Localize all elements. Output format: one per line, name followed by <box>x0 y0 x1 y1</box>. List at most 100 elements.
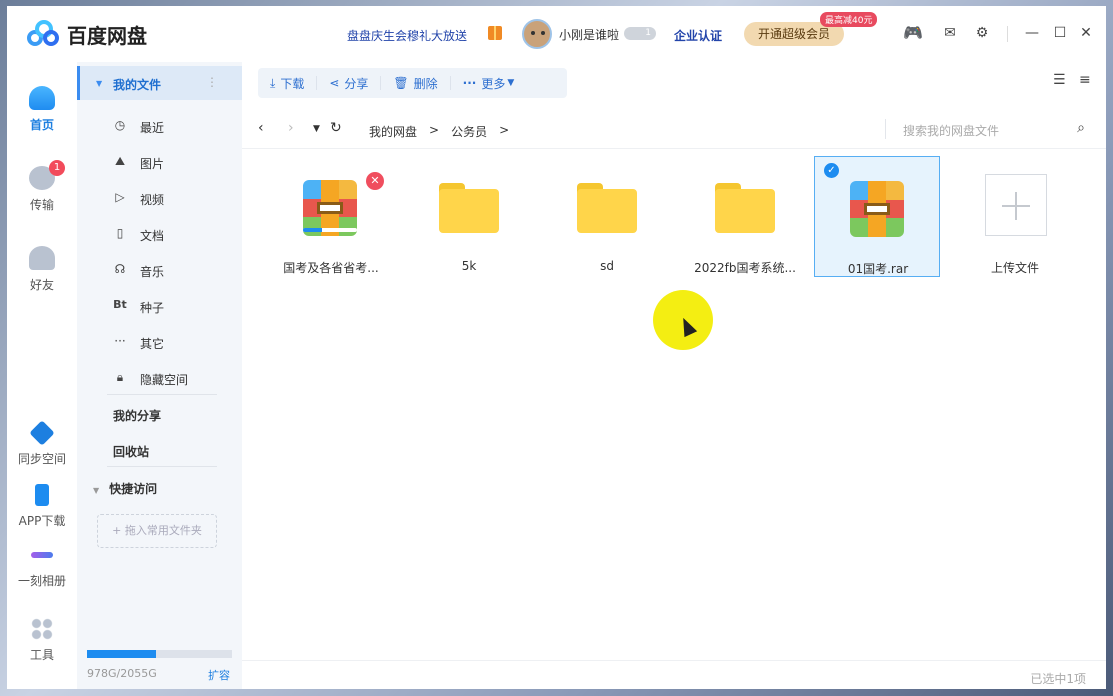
folder-icon <box>715 183 775 233</box>
folder-item[interactable]: sd <box>544 156 670 277</box>
promo-link[interactable]: 盘盘庆生会穆礼大放送 <box>347 27 467 44</box>
main-panel: ⤓ 下载 ⋖ 分享 🗑︎ 删除 ··· 更多 ▼ ☰ ≡ ‹ › ▼ ↻ 我的网… <box>242 62 1106 689</box>
phone-icon <box>35 484 49 506</box>
nav-label: 图片 <box>140 157 165 171</box>
file-item[interactable]: ✕ 国考及各省省考... <box>268 156 394 277</box>
rail-transfer[interactable]: 1 传输 <box>7 160 77 213</box>
minimize-icon[interactable]: — <box>1023 24 1041 42</box>
headphones-icon: ☊ <box>114 262 126 276</box>
rail-label: 一刻相册 <box>17 574 66 588</box>
rail-label: 首页 <box>29 118 54 132</box>
more-dots-icon: ··· <box>462 76 477 90</box>
rail-album[interactable]: 一刻相册 <box>7 544 77 589</box>
nav-other[interactable]: ··· 其它 <box>113 332 233 352</box>
quota-bar <box>87 650 232 658</box>
mail-icon[interactable]: ✉ <box>941 24 959 42</box>
back-icon[interactable]: ‹ <box>258 120 264 136</box>
nav-documents[interactable]: ▯ 文档 <box>113 224 233 244</box>
crumb-my-disk[interactable]: 我的网盘 <box>369 123 417 140</box>
cloud-icon <box>29 86 55 110</box>
nav-videos[interactable]: ▷ 视频 <box>113 188 233 208</box>
nav-label: 视频 <box>140 193 165 207</box>
delete-label: 删除 <box>413 76 438 91</box>
refresh-icon[interactable]: ↻ <box>330 120 342 136</box>
folder-item[interactable]: 5k <box>406 156 532 277</box>
divider <box>107 394 217 395</box>
nav-recycle-bin[interactable]: 回收站 <box>113 443 149 460</box>
crumb-civil-servant[interactable]: 公务员 <box>451 123 487 140</box>
avatar[interactable] <box>522 19 552 49</box>
image-icon: ⛰ <box>114 154 126 168</box>
nav-music[interactable]: ☊ 音乐 <box>113 260 233 280</box>
file-name: 2022fb国考系统... <box>694 261 796 275</box>
delete-button[interactable]: 🗑︎ 删除 <box>381 76 451 91</box>
download-button[interactable]: ⤓ 下载 <box>258 76 318 91</box>
logo: 百度网盘 <box>27 20 147 49</box>
left-rail: 首页 1 传输 好友 同步空间 APP下载 一刻相册 工具 <box>7 62 77 689</box>
nav-hidden-space[interactable]: 🔒︎ 隐藏空间 <box>113 368 233 388</box>
crumb-separator: > <box>429 123 440 137</box>
expand-storage-link[interactable]: 扩容 <box>208 667 230 683</box>
enterprise-auth-link[interactable]: 企业认证 <box>674 27 722 44</box>
file-name: 5k <box>461 259 477 273</box>
nav-label: 文档 <box>140 229 165 243</box>
share-button[interactable]: ⋖ 分享 <box>317 76 382 91</box>
list-view-icon[interactable]: ≡ <box>1079 72 1091 88</box>
folder-icon <box>439 183 499 233</box>
rail-tools[interactable]: 工具 <box>7 618 77 663</box>
quota-text: 978G/2055G <box>87 667 157 680</box>
download-label: 下载 <box>280 76 305 91</box>
file-name: 01国考.rar <box>847 262 909 276</box>
sidebar: ▼ 我的文件 ⋮ ◷ 最近 ⛰ 图片 ▷ 视频 ▯ 文档 ☊ 音乐 Bt 种子 <box>77 62 242 689</box>
search-input[interactable]: 搜索我的网盘文件 ⌕ <box>885 119 1095 139</box>
quick-access-label: 快捷访问 <box>109 482 158 496</box>
nav-torrents[interactable]: Bt 种子 <box>113 296 233 316</box>
upload-file-tile[interactable]: 上传文件 <box>952 156 1078 277</box>
username[interactable]: 小刚是谁啦 <box>559 26 619 43</box>
rail-label: 同步空间 <box>17 452 66 466</box>
search-icon[interactable]: ⌕ <box>1077 120 1085 136</box>
quota-fill <box>87 650 157 658</box>
check-icon[interactable]: ✓ <box>824 163 839 178</box>
quick-access[interactable]: ▼ 快捷访问 <box>93 480 157 497</box>
sort-icon[interactable]: ☰ <box>1053 72 1066 88</box>
vip-level-badge: 1 <box>624 27 656 40</box>
gift-icon[interactable] <box>488 26 502 40</box>
app-window: 百度网盘 盘盘庆生会穆礼大放送 小刚是谁啦 1 企业认证 开通超级会员 最高减4… <box>7 6 1106 689</box>
folder-icon <box>577 183 637 233</box>
forward-icon[interactable]: › <box>288 120 294 136</box>
sync-space-icon <box>29 420 55 446</box>
drop-folder-zone[interactable]: + 拖入常用文件夹 <box>97 514 217 548</box>
rail-sync[interactable]: 同步空间 <box>7 420 77 467</box>
rail-home[interactable]: 首页 <box>7 86 77 133</box>
file-name: 上传文件 <box>990 261 1039 275</box>
nav-my-share[interactable]: 我的分享 <box>113 407 161 424</box>
more-button[interactable]: ··· 更多 ▼ <box>451 76 527 91</box>
plus-icon <box>985 174 1047 236</box>
folder-item[interactable]: 2022fb国考系统... <box>682 156 808 277</box>
rail-app-download[interactable]: APP下载 <box>7 484 77 529</box>
nav-label: 我的文件 <box>113 78 162 92</box>
caret-down-icon[interactable]: ▼ <box>96 79 102 88</box>
more-vertical-icon[interactable]: ⋮ <box>206 75 218 89</box>
nav-my-files[interactable]: ▼ 我的文件 ⋮ <box>77 66 242 100</box>
file-item-selected[interactable]: ✓ 01国考.rar <box>814 156 940 277</box>
archive-icon <box>850 181 904 237</box>
gamepad-icon[interactable]: 🎮 <box>903 24 923 42</box>
error-icon[interactable]: ✕ <box>366 172 384 190</box>
selection-status: 已选中1项 <box>1030 672 1086 686</box>
search-placeholder: 搜索我的网盘文件 <box>903 124 1000 138</box>
close-icon[interactable]: ✕ <box>1077 24 1095 42</box>
trash-icon: 🗑︎ <box>393 76 409 90</box>
upload-progress <box>303 228 357 232</box>
nav-recent[interactable]: ◷ 最近 <box>113 116 233 136</box>
gear-icon[interactable]: ⚙ <box>973 24 991 42</box>
maximize-icon[interactable]: ☐ <box>1051 24 1069 42</box>
share-label: 分享 <box>344 76 369 91</box>
caret-down-icon[interactable]: ▼ <box>93 486 99 495</box>
history-dropdown-icon[interactable]: ▼ <box>313 124 320 134</box>
nav-images[interactable]: ⛰ 图片 <box>113 152 233 172</box>
crumb-separator: > <box>499 123 510 137</box>
bt-icon: Bt <box>113 298 127 311</box>
rail-friends[interactable]: 好友 <box>7 246 77 293</box>
